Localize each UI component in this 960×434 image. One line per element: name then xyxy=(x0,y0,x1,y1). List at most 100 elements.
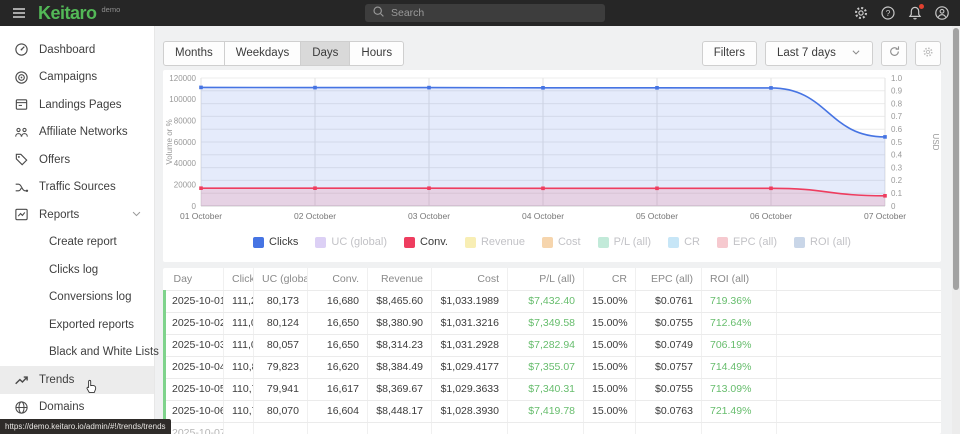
settings-icon[interactable] xyxy=(853,5,869,21)
table-row[interactable]: 2025-10-06110,7080,07016,604$8,448.17$1,… xyxy=(165,400,942,422)
tab-hours[interactable]: Hours xyxy=(350,41,404,66)
cell-conv: 16,604 xyxy=(308,400,368,422)
chart-settings-button[interactable] xyxy=(915,41,941,66)
tab-months[interactable]: Months xyxy=(163,41,225,66)
table-row[interactable]: 2025-10-04110,8079,82316,620$8,384.49$1,… xyxy=(165,356,942,378)
cell-clicks: 111,21 xyxy=(224,290,254,312)
svg-text:0.1: 0.1 xyxy=(891,189,903,198)
cell-revenue: $8,369.67 xyxy=(368,378,432,400)
cell-uc-global: 79,823 xyxy=(254,356,308,378)
sidebar-item-conversions-log[interactable]: Conversions log xyxy=(0,284,154,312)
table-row[interactable]: 2025-10-03111,0080,05716,650$8,314.23$1,… xyxy=(165,334,942,356)
column-header-uc-global[interactable]: UC (global) xyxy=(254,268,308,290)
help-icon[interactable]: ? xyxy=(880,5,896,21)
cell-epc-all: $0.0749 xyxy=(636,334,702,356)
notifications-icon[interactable] xyxy=(907,5,923,21)
cell-roi-all: 713.09% xyxy=(702,378,777,400)
page-scrollbar[interactable] xyxy=(952,26,960,434)
date-range-select[interactable]: Last 7 days xyxy=(765,41,873,66)
legend-swatch xyxy=(717,237,728,248)
column-header-epc-all[interactable]: EPC (all) xyxy=(636,268,702,290)
sidebar-item-create-report[interactable]: Create report xyxy=(0,229,154,257)
cell-epc-all: $0.0755 xyxy=(636,312,702,334)
sidebar-item-exported-reports[interactable]: Exported reports xyxy=(0,311,154,339)
legend-item-epc-all[interactable]: EPC (all) xyxy=(717,236,777,248)
table-row[interactable]: 2025-10-01111,2180,17316,680$8,465.60$1,… xyxy=(165,290,942,312)
search-input[interactable] xyxy=(391,7,591,19)
menu-icon[interactable] xyxy=(0,5,38,21)
legend-item-uc-global[interactable]: UC (global) xyxy=(315,236,387,248)
sidebar-item-trends[interactable]: Trends xyxy=(0,366,154,394)
legend-item-cost[interactable]: Cost xyxy=(542,236,581,248)
cell-cost: $1,031.3216 xyxy=(432,312,508,334)
cell-p-l-all: $7,355.07 xyxy=(508,356,584,378)
legend-swatch xyxy=(598,237,609,248)
table-row[interactable]: 2025-10-07 xyxy=(165,422,942,434)
main-content: MonthsWeekdaysDaysHours Filters Last 7 d… xyxy=(163,26,941,434)
column-header-cr[interactable]: CR xyxy=(584,268,636,290)
cell-conv: 16,617 xyxy=(308,378,368,400)
cell-cr: 15.00% xyxy=(584,356,636,378)
cell-p-l-all: $7,419.78 xyxy=(508,400,584,422)
sidebar-item-traffic-sources[interactable]: Traffic Sources xyxy=(0,174,154,202)
cell-clicks: 111,00 xyxy=(224,334,254,356)
sidebar-item-dashboard[interactable]: Dashboard xyxy=(0,36,154,64)
svg-text:0.2: 0.2 xyxy=(891,176,903,185)
sidebar-item-landings-pages[interactable]: Landings Pages xyxy=(0,91,154,119)
column-header-clicks[interactable]: Clicks xyxy=(224,268,254,290)
legend-swatch xyxy=(404,237,415,248)
cell-revenue: $8,384.49 xyxy=(368,356,432,378)
cell-cr: 15.00% xyxy=(584,378,636,400)
legend-swatch xyxy=(794,237,805,248)
legend-item-roi-all[interactable]: ROI (all) xyxy=(794,236,851,248)
legend-item-cr[interactable]: CR xyxy=(668,236,700,248)
cell-day: 2025-10-05 xyxy=(165,378,224,400)
column-header-cost[interactable]: Cost xyxy=(432,268,508,290)
column-header-revenue[interactable]: Revenue xyxy=(368,268,432,290)
svg-text:80000: 80000 xyxy=(174,117,197,126)
sidebar-item-label: Campaigns xyxy=(39,71,97,83)
sidebar-item-reports[interactable]: Reports xyxy=(0,201,154,229)
legend-label: ROI (all) xyxy=(810,236,851,248)
legend-item-revenue[interactable]: Revenue xyxy=(465,236,525,248)
filters-button[interactable]: Filters xyxy=(702,41,757,66)
tab-weekdays[interactable]: Weekdays xyxy=(225,41,301,66)
column-header-day[interactable]: Day xyxy=(165,268,224,290)
trends-table: DayClicksUC (global)Conv.RevenueCostP/L … xyxy=(163,268,941,434)
sidebar-nav: Dashboard Campaigns Landings PagesAffiliat… xyxy=(0,36,154,421)
cell-revenue xyxy=(368,422,432,434)
cell-revenue: $8,314.23 xyxy=(368,334,432,356)
sidebar-item-campaigns[interactable]: Campaigns xyxy=(0,64,154,92)
tab-days[interactable]: Days xyxy=(301,41,350,66)
cell-p-l-all: $7,282.94 xyxy=(508,334,584,356)
table-row[interactable]: 2025-10-02111,0080,12416,650$8,380.90$1,… xyxy=(165,312,942,334)
refresh-icon xyxy=(888,45,901,61)
svg-text:60000: 60000 xyxy=(174,138,197,147)
sidebar-item-offers[interactable]: Offers xyxy=(0,146,154,174)
legend-item-clicks[interactable]: Clicks xyxy=(253,236,298,248)
app-logo[interactable]: Keitaro xyxy=(38,0,97,26)
refresh-button[interactable] xyxy=(881,41,907,66)
table-row[interactable]: 2025-10-05110,7979,94116,617$8,369.67$1,… xyxy=(165,378,942,400)
sidebar-item-clicks-log[interactable]: Clicks log xyxy=(0,256,154,284)
cell-conv xyxy=(308,422,368,434)
profile-icon[interactable] xyxy=(934,5,950,21)
cell-epc-all: $0.0755 xyxy=(636,378,702,400)
column-header-p-l-all[interactable]: P/L (all) xyxy=(508,268,584,290)
search-box[interactable] xyxy=(365,4,605,22)
cell-filler xyxy=(777,356,942,378)
sidebar-item-domains[interactable]: Domains xyxy=(0,394,154,422)
scrollbar-thumb[interactable] xyxy=(953,28,959,290)
legend-item-p-l-all[interactable]: P/L (all) xyxy=(598,236,652,248)
table-header-row: DayClicksUC (global)Conv.RevenueCostP/L … xyxy=(165,268,942,290)
sidebar-item-black-and-white-lists[interactable]: Black and White Lists xyxy=(0,339,154,367)
svg-text:0.6: 0.6 xyxy=(891,125,903,134)
cell-conv: 16,650 xyxy=(308,334,368,356)
sidebar-item-affiliate-networks[interactable]: Affiliate Networks xyxy=(0,119,154,147)
svg-text:0.4: 0.4 xyxy=(891,151,903,160)
column-header-conv[interactable]: Conv. xyxy=(308,268,368,290)
cell-revenue: $8,448.17 xyxy=(368,400,432,422)
offers-icon xyxy=(14,152,29,167)
legend-item-conv[interactable]: Conv. xyxy=(404,236,448,248)
column-header-roi-all[interactable]: ROI (all) xyxy=(702,268,777,290)
